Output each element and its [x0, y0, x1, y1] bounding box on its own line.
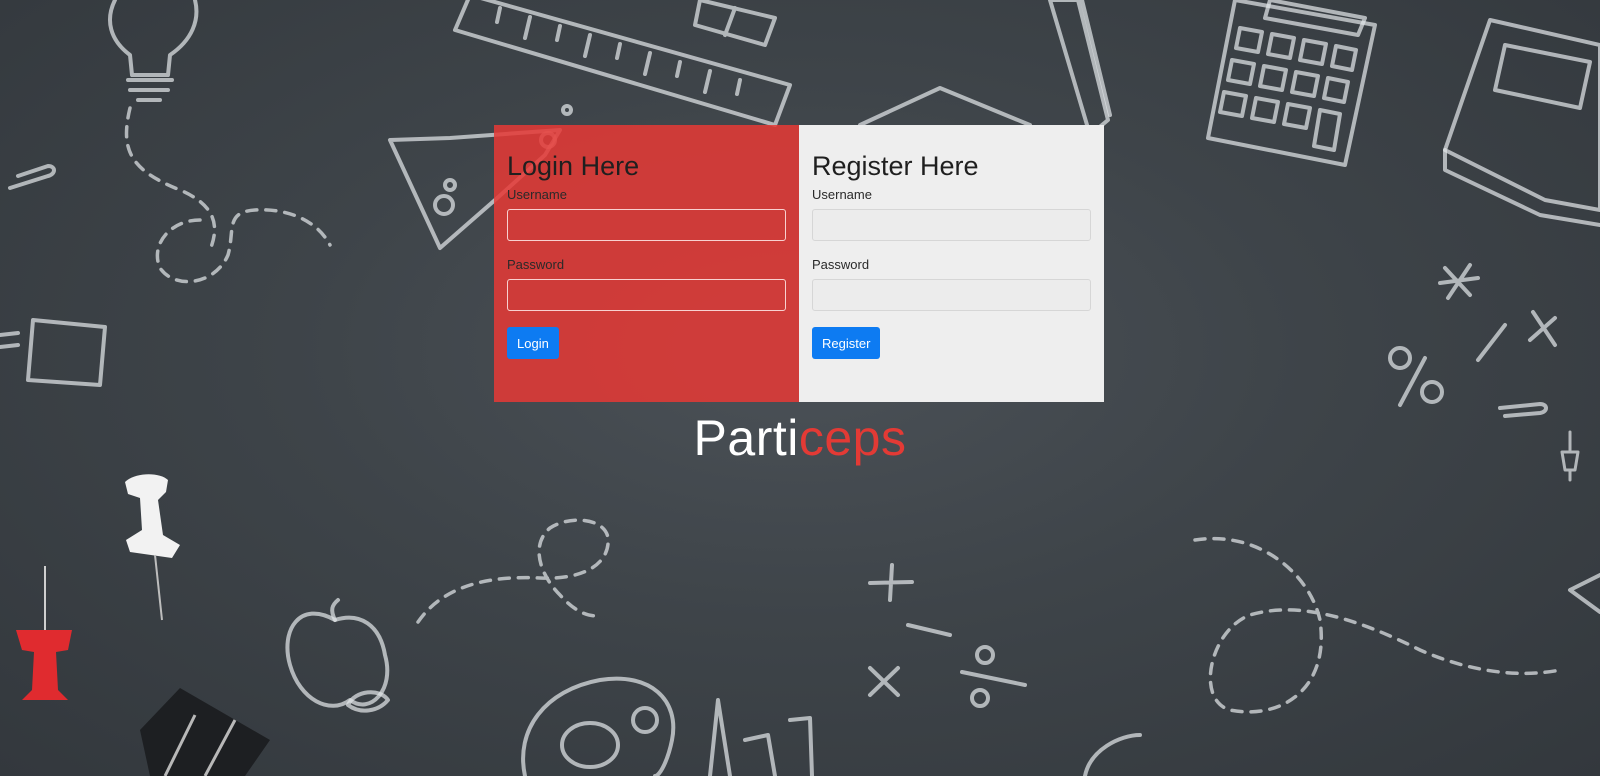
register-password-label: Password [812, 257, 870, 272]
paperclip-icon [8, 164, 56, 190]
scissors-doodle [1083, 733, 1142, 776]
register-button[interactable]: Register [812, 327, 881, 359]
auth-panels: Login Here Username Password Login Regis… [494, 125, 1104, 402]
login-heading: Login Here [507, 151, 640, 181]
brand-logo: Particeps [0, 408, 1600, 468]
register-password-input[interactable] [812, 279, 1091, 311]
pushpin-icon-red [16, 566, 72, 700]
login-password-input[interactable] [507, 279, 786, 311]
equals-doodle [0, 331, 20, 349]
math-symbols-icon [1388, 263, 1557, 407]
login-password-label: Password [507, 257, 565, 272]
pushpin-icon-white [125, 474, 180, 621]
eraser-icon [693, 0, 777, 47]
register-username-input[interactable] [812, 209, 1091, 241]
login-username-input[interactable] [507, 209, 786, 241]
triangle-doodle [1568, 573, 1600, 614]
register-heading: Register Here [812, 151, 979, 181]
login-button[interactable]: Login [507, 327, 559, 359]
ruler-icon [453, 0, 792, 127]
binder-clip-icon [140, 688, 270, 776]
book-icon [1443, 18, 1600, 227]
register-username-label: Username [812, 187, 872, 202]
math-symbols-icon-2 [868, 563, 1027, 708]
register-panel: Register Here Username Password Register [799, 125, 1104, 402]
brand-part-1: Parti [693, 410, 799, 466]
paint-tube-icon [708, 698, 814, 776]
login-panel: Login Here Username Password Login [494, 125, 799, 402]
palette-icon [521, 676, 676, 776]
square-doodle [26, 318, 107, 387]
apple-icon [285, 598, 390, 713]
calculator-icon [1206, 0, 1377, 167]
brand-part-2: ceps [798, 410, 907, 466]
login-username-label: Username [507, 187, 567, 202]
lightbulb-icon [108, 0, 199, 102]
pencil-icon [1048, 0, 1112, 137]
